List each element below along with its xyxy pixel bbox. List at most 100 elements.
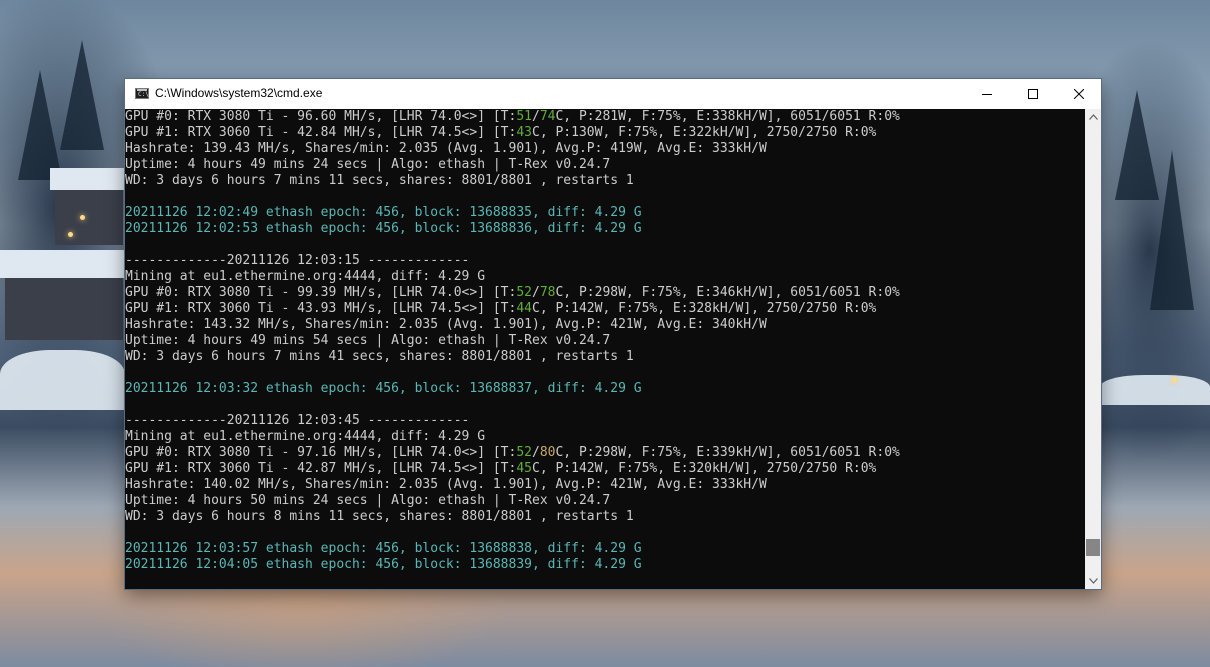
maximize-icon <box>1028 89 1038 99</box>
console-line: 20211126 12:04:05 ethash epoch: 456, blo… <box>125 557 900 573</box>
scroll-thumb[interactable] <box>1086 538 1100 556</box>
console-text-segment: / <box>532 445 540 460</box>
console-line: Hashrate: 143.32 MH/s, Shares/min: 2.035… <box>125 317 900 333</box>
console-text-segment: 45 <box>516 461 532 476</box>
console-text-segment: / <box>532 109 540 124</box>
tree-decoration <box>1150 150 1194 310</box>
console-line: -------------20211126 12:03:15 ---------… <box>125 253 900 269</box>
vertical-scrollbar[interactable] <box>1085 109 1101 589</box>
console-line: Uptime: 4 hours 49 mins 24 secs | Algo: … <box>125 157 900 173</box>
console-text-segment: Uptime: 4 hours 49 mins 54 secs | Algo: … <box>125 333 611 348</box>
console-text-segment: GPU #0: RTX 3080 Ti - 96.60 MH/s, [LHR 7… <box>125 109 517 124</box>
window-light-decoration <box>80 215 85 220</box>
console-text-segment: 20211126 12:04:05 ethash epoch: 456, blo… <box>125 557 642 572</box>
close-button[interactable] <box>1056 79 1102 109</box>
console-line: GPU #1: RTX 3060 Ti - 42.84 MH/s, [LHR 7… <box>125 125 900 141</box>
console-line: GPU #1: RTX 3060 Ti - 42.87 MH/s, [LHR 7… <box>125 461 900 477</box>
console-text-segment: 52 <box>516 285 532 300</box>
title-bar[interactable]: C:\ C:\Windows\system32\cmd.exe <box>125 79 1101 109</box>
console-line: WD: 3 days 6 hours 7 mins 11 secs, share… <box>125 173 900 189</box>
console-line: 20211126 12:03:57 ethash epoch: 456, blo… <box>125 541 900 557</box>
console-line: GPU #0: RTX 3080 Ti - 97.16 MH/s, [LHR 7… <box>125 445 900 461</box>
console-text-segment: Hashrate: 140.02 MH/s, Shares/min: 2.035… <box>125 477 767 492</box>
console-text-segment: GPU #1: RTX 3060 Ti - 42.87 MH/s, [LHR 7… <box>125 461 517 476</box>
console-line: GPU #0: RTX 3080 Ti - 96.60 MH/s, [LHR 7… <box>125 109 900 125</box>
tree-decoration <box>18 70 62 180</box>
house-roof-decoration <box>50 168 126 190</box>
console-text-segment: C, P:142W, F:75%, E:328kH/W], 2750/2750 … <box>532 301 877 316</box>
console-line: WD: 3 days 6 hours 7 mins 41 secs, share… <box>125 349 900 365</box>
scroll-down-button[interactable] <box>1085 573 1101 589</box>
console-text-segment: GPU #1: RTX 3060 Ti - 43.93 MH/s, [LHR 7… <box>125 301 517 316</box>
console-text-segment: 51 <box>516 109 532 124</box>
console-text-segment: 74 <box>539 109 556 124</box>
console-line: WD: 3 days 6 hours 8 mins 11 secs, share… <box>125 509 900 525</box>
window-light-decoration <box>1172 378 1177 383</box>
console-line: 20211126 12:02:53 ethash epoch: 456, blo… <box>125 221 900 237</box>
console-text-segment: GPU #0: RTX 3080 Ti - 97.16 MH/s, [LHR 7… <box>125 445 517 460</box>
console-text-segment: -------------20211126 12:03:15 ---------… <box>125 253 470 268</box>
console-text-segment: GPU #1: RTX 3060 Ti - 42.84 MH/s, [LHR 7… <box>125 125 517 140</box>
console-text-segment: Hashrate: 143.32 MH/s, Shares/min: 2.035… <box>125 317 767 332</box>
console-text-segment: C, P:298W, F:75%, E:346kH/W], 6051/6051 … <box>555 285 900 300</box>
console-text-segment: 20211126 12:03:32 ethash epoch: 456, blo… <box>125 381 642 396</box>
chevron-down-icon <box>1088 578 1098 584</box>
console-text-segment: 52 <box>516 445 532 460</box>
console-text-segment: 20211126 12:03:57 ethash epoch: 456, blo… <box>125 541 642 556</box>
console-text-segment: C, P:298W, F:75%, E:339kH/W], 6051/6051 … <box>555 445 900 460</box>
console-lines: GPU #0: RTX 3080 Ti - 96.60 MH/s, [LHR 7… <box>125 109 900 573</box>
console-output[interactable]: GPU #0: RTX 3080 Ti - 96.60 MH/s, [LHR 7… <box>125 109 1085 589</box>
console-line: Mining at eu1.ethermine.org:4444, diff: … <box>125 429 900 445</box>
console-text-segment: C, P:142W, F:75%, E:320kH/W], 2750/2750 … <box>532 461 877 476</box>
maximize-button[interactable] <box>1010 79 1056 109</box>
console-line: Hashrate: 140.02 MH/s, Shares/min: 2.035… <box>125 477 900 493</box>
console-text-segment: GPU #0: RTX 3080 Ti - 99.39 MH/s, [LHR 7… <box>125 285 517 300</box>
snowbank-decoration <box>0 350 125 410</box>
close-icon <box>1074 89 1084 99</box>
console-text-segment: C, P:281W, F:75%, E:338kH/W], 6051/6051 … <box>555 109 900 124</box>
cmd-window[interactable]: C:\ C:\Windows\system32\cmd.exe GPU #0: … <box>125 79 1101 589</box>
console-text-segment: 20211126 12:02:53 ethash epoch: 456, blo… <box>125 221 642 236</box>
scroll-up-button[interactable] <box>1085 109 1101 125</box>
console-text-segment: WD: 3 days 6 hours 8 mins 11 secs, share… <box>125 509 634 524</box>
cmd-icon[interactable]: C:\ <box>135 88 149 99</box>
console-text-segment: 44 <box>516 301 532 316</box>
console-text-segment: WD: 3 days 6 hours 7 mins 41 secs, share… <box>125 349 634 364</box>
console-text-segment: / <box>532 285 540 300</box>
console-text-segment: 78 <box>539 285 556 300</box>
console-line: 20211126 12:03:32 ethash epoch: 456, blo… <box>125 381 900 397</box>
console-text-segment: Uptime: 4 hours 50 mins 24 secs | Algo: … <box>125 493 611 508</box>
house-roof-decoration <box>0 250 125 278</box>
minimize-button[interactable] <box>964 79 1010 109</box>
console-text-segment: Hashrate: 139.43 MH/s, Shares/min: 2.035… <box>125 141 767 156</box>
window-title: C:\Windows\system32\cmd.exe <box>155 86 323 100</box>
house-decoration <box>5 270 123 340</box>
console-line: Uptime: 4 hours 50 mins 24 secs | Algo: … <box>125 493 900 509</box>
console-text-segment: C, P:130W, F:75%, E:322kH/W], 2750/2750 … <box>532 125 877 140</box>
snowbank-decoration <box>1100 375 1210 405</box>
console-line: Mining at eu1.ethermine.org:4444, diff: … <box>125 269 900 285</box>
chevron-up-icon <box>1088 114 1098 120</box>
console-text-segment: Uptime: 4 hours 49 mins 24 secs | Algo: … <box>125 157 611 172</box>
console-line: -------------20211126 12:03:45 ---------… <box>125 413 900 429</box>
console-text-segment: Mining at eu1.ethermine.org:4444, diff: … <box>125 269 486 284</box>
console-text-segment: 43 <box>516 125 532 140</box>
console-line: GPU #0: RTX 3080 Ti - 99.39 MH/s, [LHR 7… <box>125 285 900 301</box>
console-text-segment: 20211126 12:02:49 ethash epoch: 456, blo… <box>125 205 642 220</box>
console-line: Hashrate: 139.43 MH/s, Shares/min: 2.035… <box>125 141 900 157</box>
console-line: Uptime: 4 hours 49 mins 54 secs | Algo: … <box>125 333 900 349</box>
console-text-segment: 80 <box>539 445 556 460</box>
house-decoration <box>55 185 123 245</box>
window-light-decoration <box>68 232 73 237</box>
minimize-icon <box>982 94 992 95</box>
console-text-segment: WD: 3 days 6 hours 7 mins 11 secs, share… <box>125 173 634 188</box>
tree-decoration <box>60 40 104 150</box>
console-line: 20211126 12:02:49 ethash epoch: 456, blo… <box>125 205 900 221</box>
console-line: GPU #1: RTX 3060 Ti - 43.93 MH/s, [LHR 7… <box>125 301 900 317</box>
console-text-segment: Mining at eu1.ethermine.org:4444, diff: … <box>125 429 486 444</box>
